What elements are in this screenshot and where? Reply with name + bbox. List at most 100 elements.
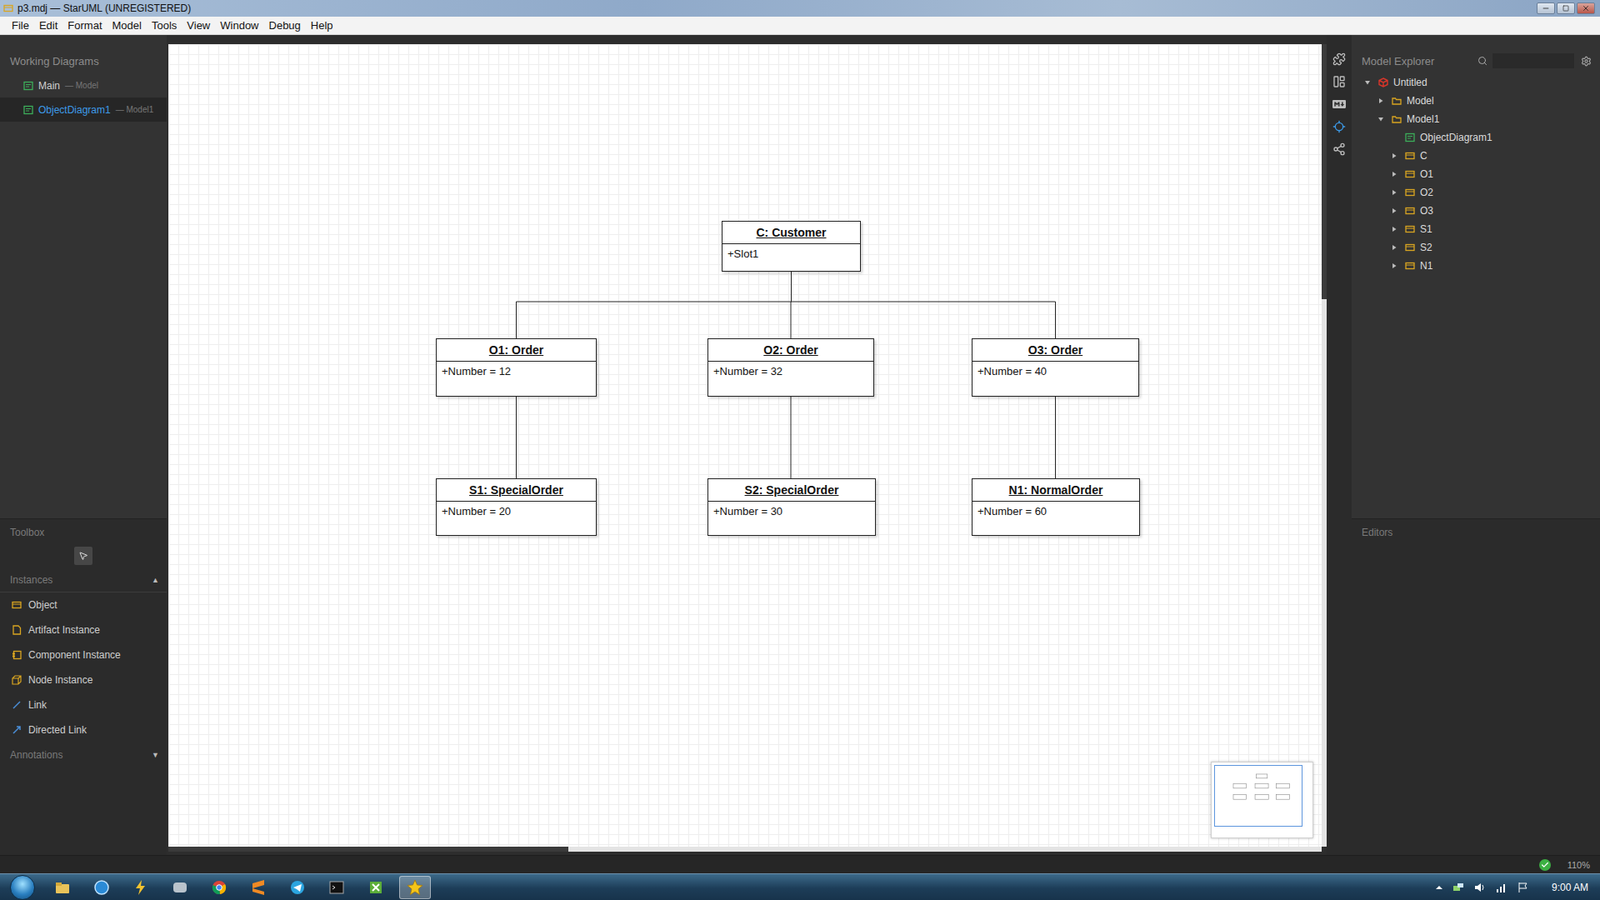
minimap-viewport[interactable] <box>1214 765 1303 827</box>
minimize-button[interactable] <box>1536 2 1555 15</box>
pointer-button[interactable] <box>74 546 93 565</box>
show-hidden-icon[interactable] <box>1435 883 1444 892</box>
menu-item[interactable]: View <box>181 19 215 32</box>
flag-icon[interactable] <box>1516 880 1530 895</box>
taskbar-app[interactable] <box>164 875 196 900</box>
side-tool-button[interactable] <box>1330 50 1349 69</box>
object-link[interactable] <box>1055 396 1056 479</box>
pointer-row <box>0 544 167 568</box>
gear-icon[interactable] <box>1580 55 1592 67</box>
menu-item[interactable]: Format <box>62 19 107 32</box>
object-node[interactable]: S1: SpecialOrder+Number = 20 <box>435 478 597 536</box>
tree-item[interactable]: S2 <box>1351 238 1600 257</box>
expand-toggle[interactable] <box>1363 78 1372 87</box>
tree-item[interactable]: Untitled <box>1351 73 1600 92</box>
menu-item[interactable]: Model <box>107 19 147 32</box>
expand-toggle[interactable] <box>1390 151 1399 160</box>
taskbar-app[interactable] <box>203 875 235 900</box>
expanded-arrow-icon <box>1364 79 1371 86</box>
taskbar-app[interactable] <box>125 875 157 900</box>
expand-toggle[interactable] <box>1390 188 1399 197</box>
object-link[interactable] <box>791 271 1056 339</box>
check-icon <box>1540 860 1550 870</box>
start-button[interactable] <box>10 875 35 900</box>
minimap[interactable] <box>1210 761 1314 839</box>
taskbar-app[interactable] <box>281 875 314 900</box>
toolbox-item[interactable]: Object <box>0 592 167 618</box>
horizontal-scrollbar[interactable] <box>168 846 1322 852</box>
object-node[interactable]: N1: NormalOrder+Number = 60 <box>971 478 1140 536</box>
taskbar-app[interactable] <box>242 875 275 900</box>
tree-item[interactable]: Model <box>1351 91 1600 110</box>
tree-item[interactable]: O3 <box>1351 201 1600 220</box>
menu-item[interactable]: File <box>6 19 35 32</box>
pointer-icon <box>78 550 89 561</box>
taskbar-app[interactable] <box>399 875 431 900</box>
search-field[interactable] <box>1492 53 1575 69</box>
section-header[interactable]: Instances ▲ <box>0 567 167 593</box>
object-node[interactable]: S2: SpecialOrder+Number = 30 <box>707 478 876 536</box>
tree-item[interactable]: O1 <box>1351 165 1600 184</box>
toolbox-item[interactable]: Component Instance <box>0 642 167 668</box>
expand-toggle[interactable] <box>1376 115 1385 124</box>
object-link[interactable] <box>790 396 792 479</box>
clock[interactable]: 9:00 AM <box>1551 881 1589 894</box>
side-tool-button[interactable] <box>1330 117 1349 136</box>
menu-item[interactable]: Tools <box>146 19 182 32</box>
tree-item[interactable]: O2 <box>1351 183 1600 202</box>
object-node[interactable]: O3: Order+Number = 40 <box>971 338 1140 397</box>
panel-header: Toolbox <box>0 520 167 545</box>
section-toggle[interactable]: ▲ <box>151 575 160 585</box>
section-toggle[interactable]: ▼ <box>151 750 160 760</box>
object-node[interactable]: O2: Order+Number = 32 <box>707 338 875 397</box>
validation-status[interactable] <box>1539 859 1551 871</box>
side-tool-button[interactable] <box>1330 140 1349 159</box>
signal-icon[interactable] <box>1495 880 1509 895</box>
object-title: C: Customer <box>722 221 860 245</box>
expand-toggle[interactable] <box>1390 170 1399 179</box>
menu-item[interactable]: Help <box>305 19 339 32</box>
tree-item[interactable]: N1 <box>1351 256 1600 275</box>
section-header[interactable]: Annotations▼ <box>0 742 167 768</box>
side-tool-button[interactable] <box>1330 95 1349 114</box>
scroll-thumb[interactable] <box>168 846 569 852</box>
taskbar-app[interactable] <box>85 875 118 900</box>
tree-item[interactable]: Model1 <box>1351 110 1600 129</box>
menu-item[interactable]: Edit <box>34 19 63 32</box>
taskbar-app[interactable] <box>360 875 392 900</box>
expand-toggle[interactable] <box>1390 261 1399 270</box>
taskbar-app[interactable] <box>46 875 79 900</box>
toolbox-item[interactable]: Node Instance <box>0 667 167 693</box>
toolbox-label: Directed Link <box>28 724 87 736</box>
network-icon[interactable] <box>1451 880 1465 895</box>
side-tool-button[interactable] <box>1330 72 1349 91</box>
diagram-canvas[interactable]: C: Customer+Slot1 O1: Order+Number = 12 O2… <box>168 44 1322 847</box>
expand-toggle[interactable] <box>1390 243 1399 252</box>
toolbox-item[interactable]: Artifact Instance <box>0 617 167 643</box>
expand-toggle[interactable] <box>1390 206 1399 215</box>
maximize-button[interactable] <box>1556 2 1575 15</box>
object-title: O1: Order <box>436 339 596 362</box>
menu-item[interactable]: Window <box>215 19 264 32</box>
diagram-owner: — Model <box>65 80 99 90</box>
expand-toggle[interactable] <box>1376 96 1385 105</box>
working-diagram-item[interactable]: Main— Model <box>0 73 167 98</box>
object-node[interactable]: O1: Order+Number = 12 <box>435 338 597 397</box>
object-node[interactable]: C: Customer+Slot1 <box>721 220 861 272</box>
close-button[interactable] <box>1576 2 1595 15</box>
diagram-icon <box>23 80 34 91</box>
volume-icon[interactable] <box>1473 880 1487 895</box>
object-link[interactable] <box>516 271 792 339</box>
tree-item[interactable]: C <box>1351 146 1600 165</box>
toolbox-item[interactable]: Directed Link <box>0 717 167 743</box>
menu-item[interactable]: Debug <box>264 19 306 32</box>
working-diagram-item[interactable]: ObjectDiagram1— Model1 <box>0 97 167 122</box>
layout-icon <box>1332 75 1346 89</box>
taskbar-app[interactable] <box>320 875 353 900</box>
toolbox-item[interactable]: Link <box>0 692 167 718</box>
expand-toggle[interactable] <box>1390 225 1399 234</box>
tree-item[interactable]: ObjectDiagram1 <box>1351 128 1600 147</box>
tree-item[interactable]: S1 <box>1351 220 1600 239</box>
object-link[interactable] <box>515 396 517 479</box>
section-title: Instances <box>10 574 53 586</box>
